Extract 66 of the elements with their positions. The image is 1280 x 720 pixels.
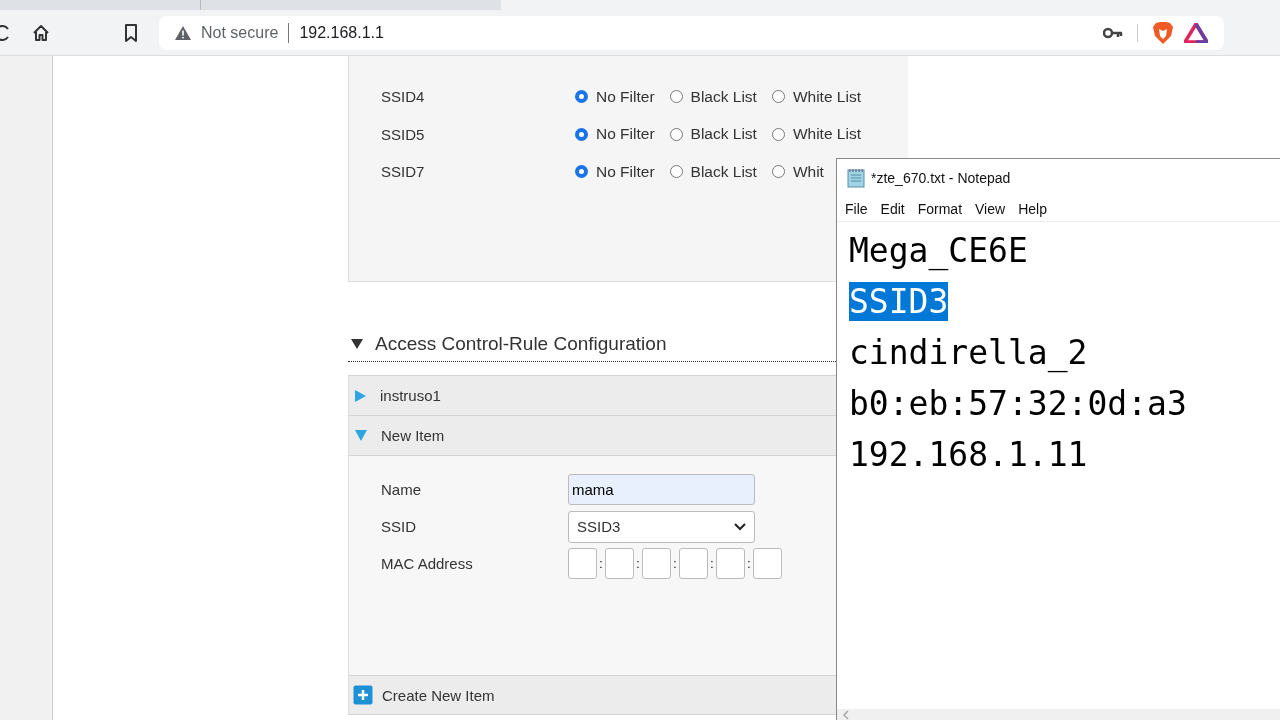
mac-field[interactable] <box>753 548 782 579</box>
ssid-label: SSID4 <box>380 88 426 106</box>
radio-option[interactable]: No Filter <box>575 162 655 181</box>
text-line: Mega_CE6E <box>849 231 1028 270</box>
menu-item[interactable]: View <box>975 200 1006 217</box>
separator: : <box>746 556 752 571</box>
rule-header[interactable]: instruso1 <box>349 375 836 415</box>
separator: : <box>635 556 641 571</box>
notepad-icon <box>847 167 865 188</box>
field-label: Name <box>380 481 422 498</box>
bookmark-icon[interactable] <box>123 22 139 43</box>
mac-field[interactable] <box>642 548 671 579</box>
radio-option[interactable]: White List <box>771 125 861 144</box>
radio-button[interactable] <box>669 165 683 179</box>
radio-button[interactable] <box>669 90 683 104</box>
radio-option[interactable]: Black List <box>669 87 757 106</box>
ssid-dropdown[interactable]: SSID3 <box>568 510 755 543</box>
chevron-icon <box>734 522 746 531</box>
warning-icon <box>175 25 191 40</box>
ssid-label: SSID5 <box>380 125 426 143</box>
field-label: SSID <box>380 518 417 535</box>
lion-icon[interactable] <box>1152 20 1174 45</box>
create-item-button[interactable]: Create New Item <box>349 675 836 715</box>
menu-item[interactable]: Format <box>917 200 963 217</box>
horizontal-scrollbar[interactable] <box>837 709 1280 720</box>
radio-button[interactable] <box>669 127 683 141</box>
key-icon[interactable] <box>1103 26 1123 39</box>
menu-item[interactable]: File <box>845 200 868 217</box>
text-line: 192.168.1.11 <box>849 435 1088 474</box>
mac-field[interactable] <box>568 548 597 579</box>
separator: : <box>672 556 678 571</box>
url-text: 192.168.1.1 <box>299 23 384 42</box>
plus-icon <box>353 685 373 705</box>
radio-option[interactable]: Black List <box>669 162 757 181</box>
caret-icon[interactable] <box>351 338 363 349</box>
field-label: MAC Address <box>380 555 474 572</box>
menu-item[interactable]: Edit <box>880 200 905 217</box>
radio-option[interactable]: Whit <box>771 162 824 181</box>
radio-button[interactable] <box>575 165 588 179</box>
window-title: *zte_670.txt - Notepad <box>871 169 1011 186</box>
mac-field[interactable] <box>605 548 634 579</box>
text-line: b0:eb:57:32:0d:a3 <box>849 384 1187 423</box>
triangle-icon[interactable] <box>1184 22 1208 43</box>
separator: : <box>709 556 715 571</box>
name-field[interactable]: mama <box>568 474 755 505</box>
address-bar[interactable]: Not secure 192.168.1.1 <box>159 15 1224 50</box>
radio-option[interactable]: No Filter <box>575 125 655 144</box>
mac-field[interactable] <box>679 548 708 579</box>
radio-button[interactable] <box>575 90 588 104</box>
home-icon[interactable] <box>31 22 51 43</box>
menu-item[interactable]: Help <box>1018 200 1047 217</box>
rule-header[interactable]: New Item <box>349 415 836 455</box>
scroll-left-icon[interactable] <box>842 710 850 720</box>
separator: : <box>598 556 604 571</box>
radio-button[interactable] <box>771 127 785 141</box>
text-line: cindirella_2 <box>849 333 1088 372</box>
radio-button[interactable] <box>771 165 785 179</box>
radio-option[interactable]: White List <box>771 87 861 106</box>
radio-option[interactable]: No Filter <box>575 87 655 106</box>
mac-field[interactable] <box>716 548 745 579</box>
security-label: Not secure <box>201 23 279 42</box>
section-title: Access Control-Rule Configuration <box>375 332 667 355</box>
radio-option[interactable]: Black List <box>669 125 757 144</box>
ssid-label: SSID7 <box>380 163 426 181</box>
radio-button[interactable] <box>575 127 588 141</box>
radio-button[interactable] <box>771 90 785 104</box>
